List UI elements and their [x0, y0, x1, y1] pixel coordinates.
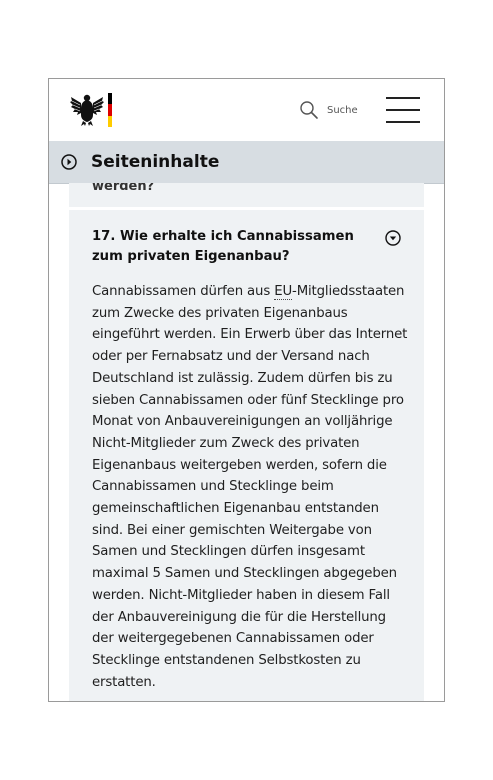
answer-line: Deutschland ist zulässig. Zudem dürfen b… [92, 370, 393, 386]
search-label: Suche [327, 104, 358, 116]
answer-line: Stecklinge entstandenen Selbstkosten zu [92, 652, 361, 668]
previous-faq-partial-text: werden? [92, 183, 155, 194]
eagle-icon[interactable] [69, 93, 105, 127]
german-flag-stripe [108, 93, 112, 127]
answer-line-text: -Mitgliedsstaaten [292, 284, 405, 299]
page-contents-label: Seiteninhalte [91, 152, 220, 172]
answer-line: Cannabissamen und Stecklinge beim [92, 479, 334, 495]
hamburger-menu-button[interactable] [386, 97, 420, 123]
eu-abbreviation: EU [274, 284, 293, 300]
answer-line: eingeführt werden. Ein Erwerb über das I… [92, 327, 408, 343]
answer-line: gemeinschaftlichen Eigenanbau entstanden [92, 501, 379, 517]
browser-viewport: Suche Seiteninhalte werden? 17. Wie erha… [48, 78, 445, 702]
chevron-right-circle-icon [61, 154, 77, 170]
answer-line: maximal 5 Samen und Stecklingen abgegebe… [92, 566, 397, 582]
hamburger-menu-icon [386, 97, 420, 99]
answer-line: sieben Cannabissamen oder fünf Steckling… [92, 392, 404, 408]
answer-line: Cannabissamen dürfen aus EU-Mitgliedssta… [92, 281, 432, 303]
faq-answer: Cannabissamen dürfen aus EU-Mitgliedssta… [92, 281, 432, 693]
answer-line: Eigenanbaus weitergeben werden, sofern d… [92, 457, 387, 473]
search-icon [300, 101, 318, 119]
answer-line: der Anbauvereinigung die für die Herstel… [92, 609, 386, 625]
faq-question-title[interactable]: 17. Wie erhalte ich Cannabissamen zum pr… [92, 227, 367, 267]
hamburger-menu-icon [386, 109, 420, 111]
chevron-down-circle-icon[interactable] [385, 230, 401, 246]
page-contents-nav[interactable]: Seiteninhalte [49, 141, 444, 184]
hamburger-menu-icon [386, 121, 420, 123]
flag-black-stripe [108, 93, 112, 105]
answer-line: werden. Nicht-Mitglieder haben in diesem… [92, 587, 390, 603]
answer-line: sind. Bei einer gemischten Weitergabe vo… [92, 522, 372, 538]
answer-line-text: Cannabissamen dürfen aus [92, 284, 275, 299]
flag-red-stripe [108, 104, 112, 116]
answer-line: erstatten. [92, 674, 156, 690]
faq-item: 17. Wie erhalte ich Cannabissamen zum pr… [69, 210, 424, 701]
previous-faq-item[interactable]: werden? [69, 183, 424, 207]
flag-gold-stripe [108, 115, 112, 127]
answer-line: Samen und Stecklingen dürfen insgesamt [92, 544, 365, 560]
site-header: Suche [49, 79, 444, 141]
answer-line: zum Zwecke des privaten Eigenanbaus [92, 305, 348, 321]
answer-line: Nicht-Mitglieder zum Zweck des privaten [92, 435, 360, 451]
answer-line: der weitergegebenen Cannabissamen oder [92, 631, 374, 647]
answer-line: oder per Fernabsatz und der Versand nach [92, 349, 370, 365]
search-button[interactable]: Suche [299, 98, 358, 122]
answer-line: Monat von Anbauvereinigungen an volljähr… [92, 414, 393, 430]
